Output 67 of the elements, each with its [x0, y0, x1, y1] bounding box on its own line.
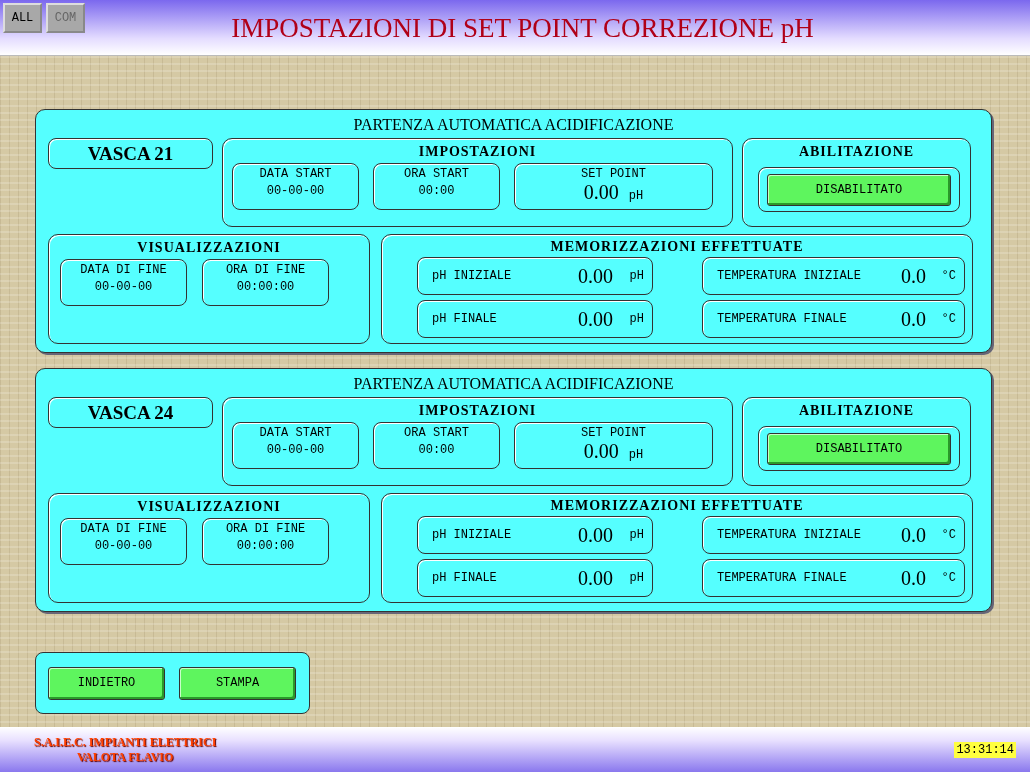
- set-point-value: 0.00: [583, 181, 619, 204]
- unit-label: °C: [941, 312, 956, 326]
- field-label: DATA START: [259, 426, 332, 440]
- group-title: VISUALIZZAZIONI: [136, 498, 282, 516]
- field-label: ORA DI FINE: [225, 522, 306, 536]
- panel-heading: PARTENZA AUTOMATICA ACIDIFICAZIONE: [352, 375, 675, 394]
- field-value: 00:00: [418, 443, 455, 457]
- reading-value: 0.00: [577, 307, 615, 331]
- field-value: 00-00-00: [94, 280, 153, 294]
- company-name: S.A.I.E.C. IMPIANTI ELETTRICI: [34, 734, 217, 750]
- tank-name: VASCA 24: [48, 397, 213, 428]
- screen-title: IMPOSTAZIONI DI SET POINT CORREZIONE pH: [230, 12, 815, 44]
- field-value: 00:00: [418, 184, 455, 198]
- reading-value: 0.00: [577, 264, 615, 288]
- panel-heading: PARTENZA AUTOMATICA ACIDIFICAZIONE: [352, 116, 675, 135]
- field-label: DATA DI FINE: [80, 263, 167, 277]
- field-label: DATA START: [259, 167, 332, 181]
- field-value: 00:00:00: [236, 280, 295, 294]
- field-label: TEMPERATURA INIZIALE: [716, 269, 863, 283]
- group-title: MEMORIZZAZIONI EFFETTUATE: [549, 238, 805, 256]
- unit-label: pH: [628, 448, 644, 462]
- unit-label: pH: [629, 269, 644, 283]
- field-label: pH INIZIALE: [431, 269, 513, 283]
- unit-label: °C: [941, 269, 956, 283]
- unit-label: pH: [628, 189, 644, 203]
- reading-value: 0.00: [577, 523, 615, 547]
- unit-label: °C: [941, 571, 956, 585]
- reading-value: 0.00: [577, 566, 615, 590]
- field-label: pH FINALE: [431, 571, 498, 585]
- action-button[interactable]: INDIETRO: [48, 666, 165, 700]
- group-title: MEMORIZZAZIONI EFFETTUATE: [549, 497, 805, 515]
- group-title: IMPOSTAZIONI: [417, 143, 538, 161]
- unit-label: pH: [629, 528, 644, 542]
- field-label: SET POINT: [581, 426, 646, 440]
- reading-value: 0.0: [900, 523, 928, 547]
- field-label: DATA DI FINE: [80, 522, 167, 536]
- reading-value: 0.0: [900, 307, 928, 331]
- owner-name: VALOTA FLAVIO: [77, 749, 174, 765]
- field-value: 00-00-00: [266, 443, 325, 457]
- toolbar-button[interactable]: ALL: [3, 3, 42, 33]
- clock: 13:31:14: [954, 741, 1016, 758]
- field-label: pH FINALE: [431, 312, 498, 326]
- group-title: VISUALIZZAZIONI: [136, 239, 282, 257]
- field-value: 00-00-00: [266, 184, 325, 198]
- group-title: ABILITAZIONE: [797, 402, 916, 420]
- unit-label: pH: [629, 312, 644, 326]
- field-label: TEMPERATURA FINALE: [716, 571, 848, 585]
- unit-label: °C: [941, 528, 956, 542]
- enable-button[interactable]: DISABILITATO: [767, 173, 951, 206]
- action-button[interactable]: STAMPA: [179, 666, 296, 700]
- group-title: ABILITAZIONE: [797, 143, 916, 161]
- field-label: ORA DI FINE: [225, 263, 306, 277]
- field-value: 00:00:00: [236, 539, 295, 553]
- field-label: TEMPERATURA FINALE: [716, 312, 848, 326]
- field-label: ORA START: [404, 167, 469, 181]
- field-label: ORA START: [404, 426, 469, 440]
- unit-label: pH: [629, 571, 644, 585]
- reading-value: 0.0: [900, 264, 928, 288]
- enable-button[interactable]: DISABILITATO: [767, 432, 951, 465]
- field-label: TEMPERATURA INIZIALE: [716, 528, 863, 542]
- field-value: 00-00-00: [94, 539, 153, 553]
- field-label: pH INIZIALE: [431, 528, 513, 542]
- reading-value: 0.0: [900, 566, 928, 590]
- set-point-value: 0.00: [583, 440, 619, 463]
- field-label: SET POINT: [581, 167, 646, 181]
- group-title: IMPOSTAZIONI: [417, 402, 538, 420]
- tank-name: VASCA 21: [48, 138, 213, 169]
